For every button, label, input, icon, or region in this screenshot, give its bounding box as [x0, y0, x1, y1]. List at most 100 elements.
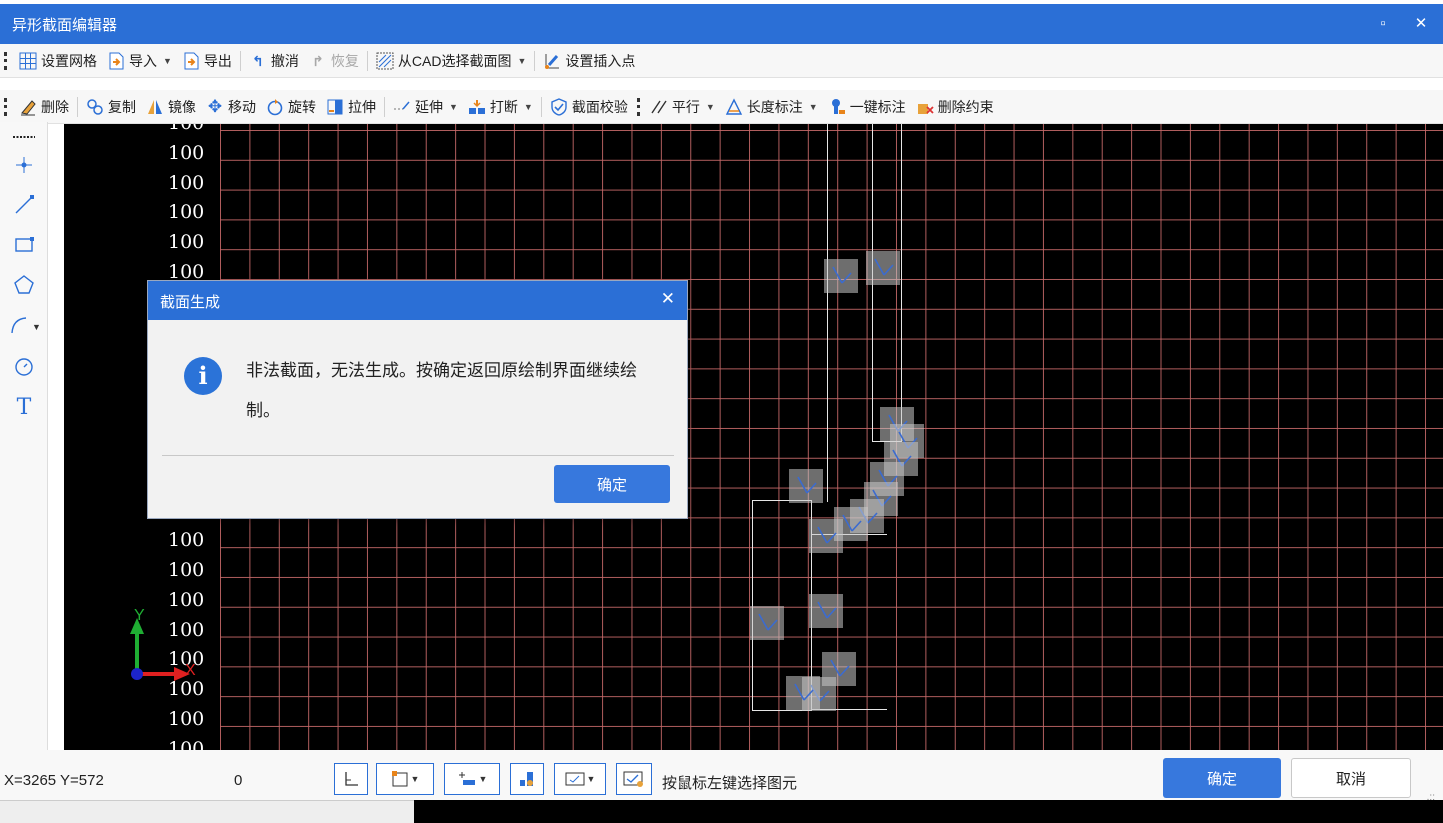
cad-select-label: 从CAD选择截面图 [397, 52, 512, 69]
mirror-button[interactable]: 镜像 [141, 93, 201, 121]
line-icon[interactable] [8, 190, 40, 220]
stretch-button[interactable]: 拉伸 [321, 93, 381, 121]
snap-box-button[interactable]: ▼ [376, 763, 434, 795]
import-button[interactable]: 导入 ▼ [102, 47, 177, 75]
dialog-ok-button[interactable]: 确定 [554, 465, 670, 503]
rectangle-icon[interactable] [8, 230, 40, 260]
toolbar-grip[interactable] [4, 51, 8, 70]
toolbar-separator [540, 96, 542, 117]
set-insert-point-label: 设置插入点 [565, 52, 636, 69]
select-element-button[interactable] [616, 763, 652, 795]
set-grid-button[interactable]: 设置网格 [14, 47, 102, 75]
delete-constraint-button[interactable]: 删除约束 [911, 93, 999, 121]
chevron-down-icon[interactable]: ▼ [479, 774, 488, 784]
chevron-down-icon[interactable]: ▼ [517, 56, 526, 66]
point-snap-button[interactable] [510, 763, 544, 795]
dialog-message: 非法截面，无法生成。按确定返回原绘制界面继续绘制。 [246, 361, 637, 420]
axis-y-label: Y [134, 607, 145, 624]
constraint-marker-icon[interactable] [824, 259, 858, 293]
dotted-line-icon[interactable] [8, 122, 40, 152]
dialog-title-bar: 截面生成 ✕ [148, 281, 687, 320]
title-bar: 异形截面编辑器 ▫ ✕ [0, 4, 1443, 44]
y-ruler-label: 100 [168, 737, 205, 750]
y-ruler-label: 100 [168, 141, 205, 164]
delete-constraint-label: 删除约束 [937, 98, 994, 115]
toolbar-separator [384, 96, 385, 117]
close-icon[interactable]: ✕ [1409, 12, 1433, 36]
section-check-label: 截面校验 [571, 98, 628, 115]
auto-dimension-button[interactable]: 一键标注 [823, 93, 911, 121]
chevron-down-icon[interactable]: ▼ [587, 774, 596, 784]
cad-select-button[interactable]: 从CAD选择截面图 ▼ [371, 47, 531, 75]
section-outline [827, 124, 828, 502]
snap-mode-button[interactable]: ▼ [444, 763, 500, 795]
length-dimension-button[interactable]: 长度标注 ▼ [720, 93, 823, 121]
chevron-down-icon[interactable]: ▼ [449, 102, 458, 112]
confirm-button[interactable]: 确定 [1163, 758, 1281, 798]
close-icon[interactable]: ✕ [661, 289, 675, 309]
auto-dimension-label: 一键标注 [849, 98, 906, 115]
window-title: 异形截面编辑器 [12, 17, 118, 34]
maximize-icon[interactable]: ▫ [1371, 12, 1395, 36]
toolbar-separator [239, 50, 241, 71]
point-icon[interactable] [8, 150, 40, 180]
parallel-button[interactable]: 平行 ▼ [645, 93, 720, 121]
dialog-divider [162, 455, 674, 456]
display-mode-button[interactable]: ▼ [554, 763, 606, 795]
cancel-button[interactable]: 取消 [1291, 758, 1411, 798]
status-value: 0 [234, 772, 243, 789]
redo-button[interactable]: ↱ 恢复 [304, 47, 364, 75]
move-icon: ✥ [207, 96, 223, 116]
constraint-marker-icon[interactable] [789, 469, 823, 503]
redo-label: 恢复 [330, 52, 359, 69]
toolbar-separator [366, 50, 368, 71]
parallel-icon [650, 98, 668, 116]
break-button[interactable]: 打断 ▼ [463, 93, 538, 121]
y-ruler-label: 100 [168, 171, 205, 194]
copy-button[interactable]: 复制 [81, 93, 141, 121]
stretch-label: 拉伸 [348, 98, 376, 115]
toolbar-grip[interactable] [4, 97, 8, 116]
snap-box-icon [391, 771, 408, 787]
section-check-button[interactable]: 截面校验 [545, 93, 633, 121]
y-ruler-label: 100 [168, 529, 205, 552]
set-grid-label: 设置网格 [41, 52, 97, 69]
dialog-title: 截面生成 [160, 294, 221, 311]
eraser-icon [19, 98, 37, 116]
copy-label: 复制 [108, 98, 136, 115]
constraint-marker-icon[interactable] [786, 676, 820, 710]
undo-button[interactable]: ↰ 撤消 [244, 47, 304, 75]
toolbar-grip[interactable] [636, 97, 641, 116]
toolbar-separator [77, 96, 78, 117]
rotate-button[interactable]: 旋转 [261, 93, 321, 121]
polygon-icon[interactable] [8, 270, 40, 300]
move-button[interactable]: ✥ 移动 [201, 93, 261, 121]
snap-mode-icon [458, 772, 475, 785]
mirror-icon [146, 98, 164, 116]
svg-text:▼: ▼ [32, 322, 39, 332]
toolbar-main: 设置网格 导入 ▼ 导出 ↰ 撤消 ↱ 恢复 从CAD选择截面图 ▼ 设置插入点 [0, 44, 1443, 78]
text-icon[interactable]: T [8, 392, 40, 422]
cursor-coordinates: X=3265 Y=572 [4, 772, 104, 789]
export-button[interactable]: 导出 [177, 47, 237, 75]
constraint-marker-icon[interactable] [809, 519, 843, 553]
auto-dimension-icon [828, 98, 846, 116]
background-window-strip [0, 800, 414, 823]
constraint-marker-icon[interactable] [750, 606, 784, 640]
toolbar-separator [534, 50, 536, 71]
extend-button[interactable]: 延伸 ▼ [388, 93, 463, 121]
circle-icon[interactable] [8, 352, 40, 382]
chevron-down-icon[interactable]: ▼ [706, 102, 715, 112]
chevron-down-icon[interactable]: ▼ [524, 102, 533, 112]
delete-button[interactable]: 删除 [14, 93, 74, 121]
set-insert-point-button[interactable]: 设置插入点 [538, 47, 640, 75]
y-ruler-label: 100 [168, 201, 205, 224]
ortho-toggle-button[interactable] [334, 763, 368, 795]
toolbar-edit: 删除 复制 镜像 ✥ 移动 旋转 拉伸 延伸 ▼ 打断 ▼ 截面校验 平行 ▼ … [0, 90, 1443, 124]
constraint-marker-icon[interactable] [809, 594, 843, 628]
chevron-down-icon[interactable]: ▼ [163, 56, 172, 66]
constraint-marker-icon[interactable] [866, 251, 900, 285]
arc-icon[interactable]: ▼ [8, 310, 40, 340]
chevron-down-icon[interactable]: ▼ [411, 774, 420, 784]
chevron-down-icon[interactable]: ▼ [809, 102, 818, 112]
